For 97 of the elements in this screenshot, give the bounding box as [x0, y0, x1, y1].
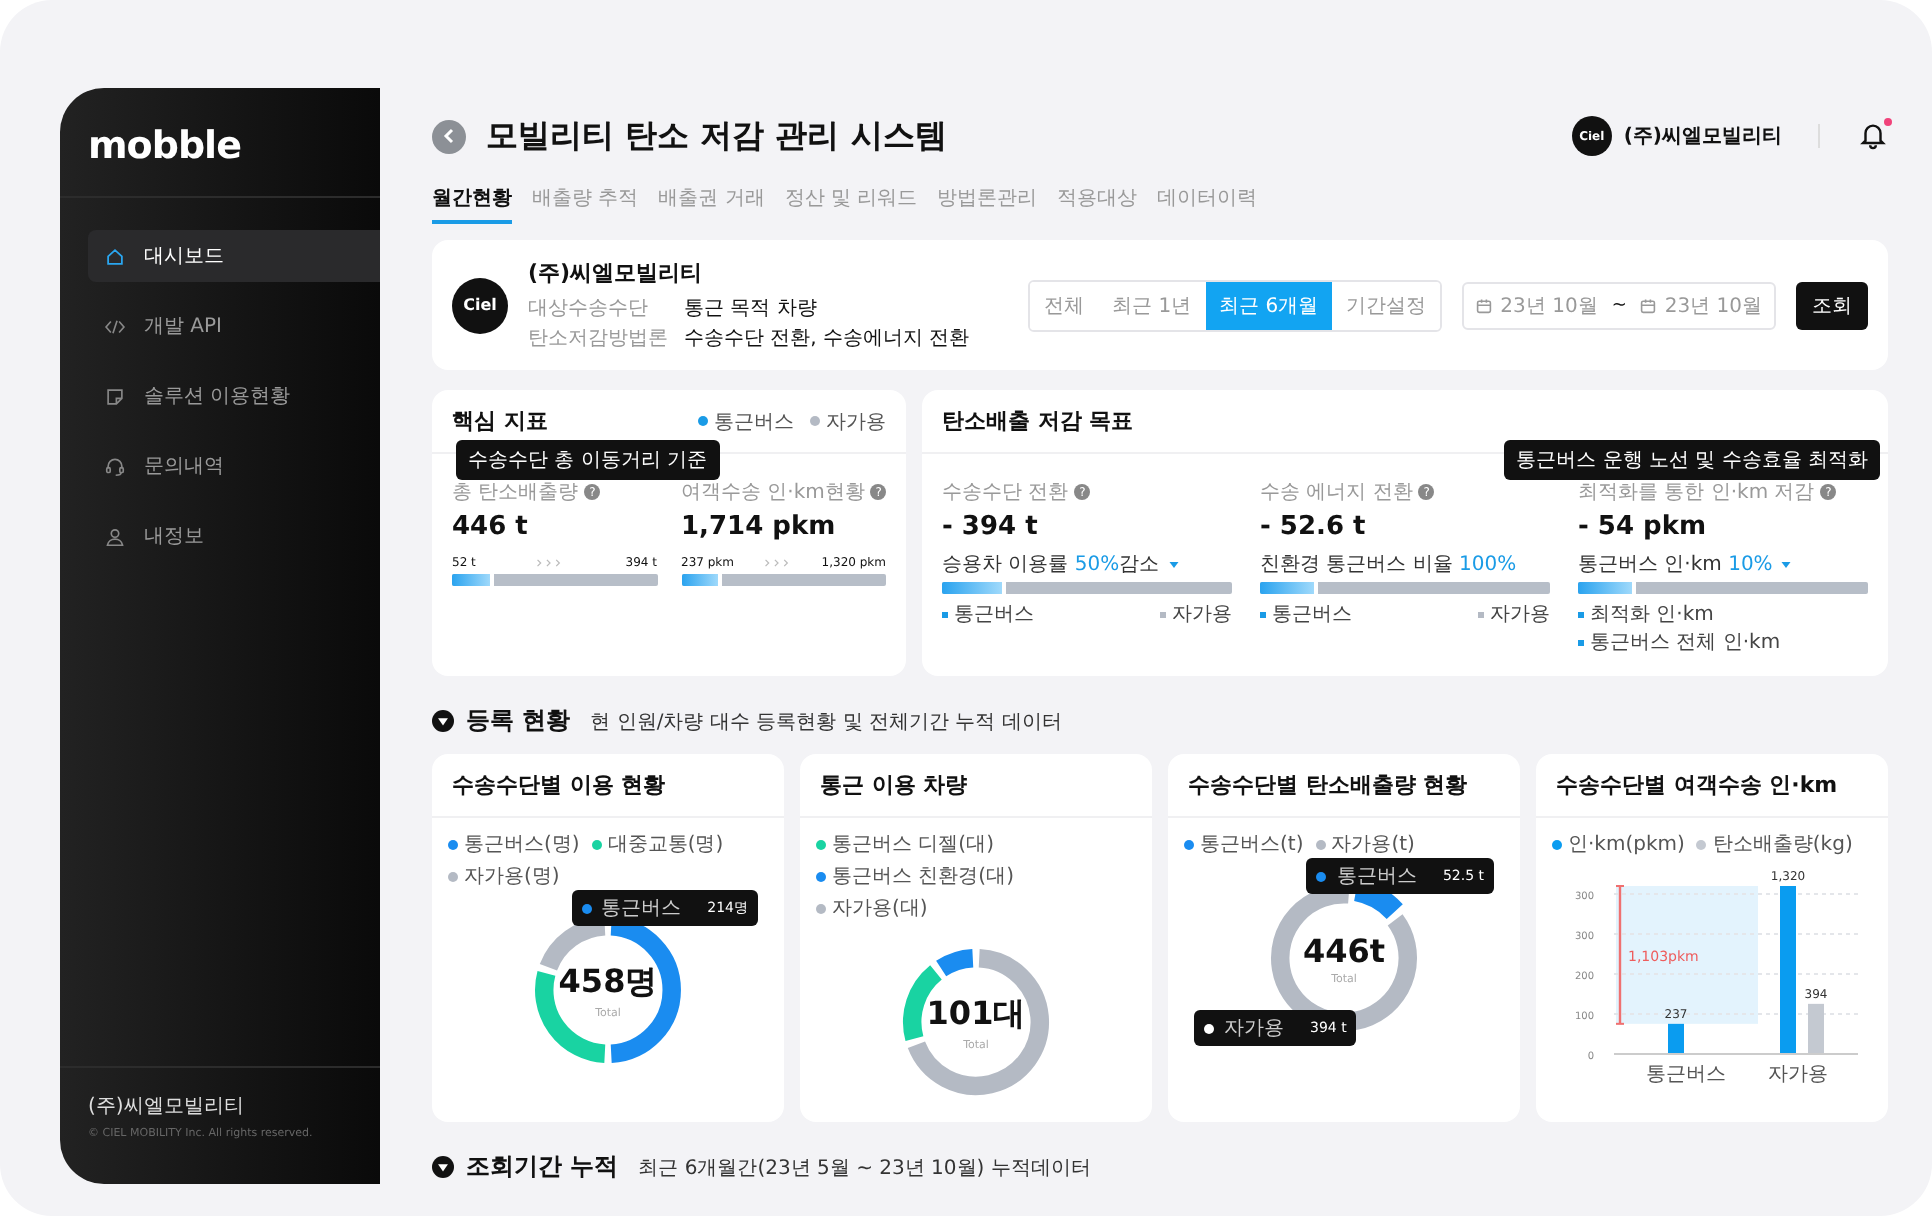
legend-label: 통근버스(t) — [1200, 832, 1304, 858]
field-value: 수송수단 전환, 수송에너지 전환 — [684, 326, 970, 352]
metric-label: 총 탄소배출량 — [452, 480, 579, 506]
metric-label: 수송 에너지 전환 — [1260, 480, 1413, 506]
section-title: 조회기간 누적 — [466, 1150, 619, 1184]
user-icon — [104, 525, 126, 547]
metric-value: - 54 pkm — [1578, 512, 1709, 542]
legend-label: 통근버스 — [1272, 602, 1352, 628]
tab[interactable]: 월간현황 — [432, 184, 512, 224]
legend-label: 통근버스 디젤(대) — [832, 832, 994, 858]
tooltip-label: 통근버스 — [601, 896, 682, 922]
caret-icon — [1167, 559, 1180, 569]
legend-label: 자가용(t) — [1331, 832, 1415, 858]
metric-label: 최적화를 통한 인·km 저감 — [1578, 480, 1815, 506]
caret-icon — [1780, 559, 1793, 569]
goal-note: 승용차 이용률 50%감소 — [942, 552, 1160, 578]
metric-label: 여객수송 인·km현황 — [681, 480, 865, 506]
tab[interactable]: 배출권 거래 — [658, 184, 765, 224]
end-date: 23년 10월 — [1664, 293, 1762, 319]
company-name: (주)씨엘모빌리티 — [88, 1094, 246, 1120]
legend-label: 자가용 — [1172, 602, 1232, 628]
metric-value: - 394 t — [942, 512, 1040, 542]
tab[interactable]: 데이터이력 — [1157, 184, 1258, 224]
legend-label: 통근버스(명) — [464, 832, 580, 858]
goal-note: 친환경 통근버스 비율 100% — [1260, 552, 1517, 578]
category-label: 자가용 — [1768, 1064, 1828, 1086]
back-icon — [439, 126, 459, 146]
search-button[interactable]: 조회 — [1796, 281, 1868, 329]
sidebar-item[interactable]: 개발 API — [88, 300, 380, 352]
sidebar-item[interactable]: 솔루션 이용현황 — [88, 370, 380, 422]
range-bracket-drawing — [1616, 885, 1758, 1025]
metric-value: 446 t — [452, 512, 530, 542]
tooltip-label: 자가용 — [1224, 1016, 1284, 1042]
date-separator: ~ — [1611, 295, 1627, 315]
company-logo: Ciel — [452, 277, 508, 333]
account-name: (주)씨엘모빌리티 — [1623, 124, 1782, 150]
sidebar-item[interactable]: 문의내역 — [88, 440, 380, 492]
tab[interactable]: 적용대상 — [1057, 184, 1138, 224]
card-title: 통근 이용 차량 — [820, 770, 968, 800]
section-subtitle: 현 인원/차량 대수 등록현황 및 전체기간 누적 데이터 — [590, 709, 1062, 735]
logo: mobble — [60, 88, 380, 198]
start-date: 23년 10월 — [1500, 293, 1598, 319]
field-label: 대상수송수단 — [528, 296, 650, 322]
calendar-icon — [1476, 297, 1493, 313]
chevrons-icon — [536, 558, 565, 568]
section-title: 등록 현황 — [466, 704, 571, 738]
back-button[interactable] — [432, 119, 466, 153]
card-title: 수송수단별 이용 현황 — [452, 770, 666, 800]
legend-label: 통근버스 전체 인·km — [1590, 630, 1781, 656]
page-title: 모빌리티 탄소 저감 관리 시스템 — [486, 115, 947, 157]
tooltip-label: 통근버스 — [1336, 864, 1417, 890]
section-subtitle: 최근 6개월간(23년 5월 ~ 23년 10월) 누적데이터 — [638, 1155, 1091, 1181]
legend-label: 최적화 인·km — [1590, 602, 1714, 628]
goal-note: 통근버스 인·km 10% — [1578, 552, 1773, 578]
field-label: 탄소저감방법론 — [528, 326, 668, 352]
tab[interactable]: 배출량 추적 — [532, 184, 639, 224]
legend-label: 자가용(대) — [832, 896, 928, 922]
total-value: 458명 — [558, 961, 658, 1003]
notification-button[interactable] — [1856, 120, 1888, 152]
metric-value: - 52.6 t — [1260, 512, 1368, 542]
legend-label: 자가용(명) — [464, 864, 560, 890]
total-value: 446t — [1302, 931, 1386, 969]
bell-icon — [1857, 120, 1887, 150]
calendar-icon — [1640, 297, 1657, 313]
period-option[interactable]: 최근 6개월 — [1205, 281, 1333, 329]
note-icon — [104, 385, 126, 407]
legend-label: 통근버스 — [954, 602, 1034, 628]
legend-label: 자가용 — [1490, 602, 1550, 628]
sidebar-item[interactable]: 내정보 — [88, 510, 380, 562]
card-title: 탄소배출 저감 목표 — [942, 406, 1134, 436]
tab[interactable]: 정산 및 리워드 — [784, 184, 918, 224]
tooltip: 수송수단 총 이동거리 기준 — [456, 440, 720, 480]
date-range-field[interactable]: 23년 10월 ~ 23년 10월 — [1462, 281, 1776, 329]
section-icon — [432, 1156, 454, 1178]
tooltip: 통근버스 운행 노선 및 수송효율 최적화 — [1504, 440, 1880, 480]
legend-label: 인·km(pkm) — [1568, 832, 1685, 858]
card-title: 수송수단별 여객수송 인·km — [1556, 770, 1838, 800]
metric-value: 1,714 pkm — [681, 512, 838, 542]
chevrons-icon — [763, 558, 792, 568]
legend-label: 대중교통(명) — [607, 832, 724, 858]
headset-icon — [104, 455, 126, 477]
home-icon — [104, 245, 126, 267]
sidebar-item[interactable]: 대시보드 — [88, 230, 380, 282]
legend-label: 통근버스 — [714, 409, 794, 435]
legend-label: 자가용 — [826, 409, 886, 435]
legend-label: 통근버스 친환경(대) — [832, 864, 1014, 890]
code-icon — [104, 315, 126, 337]
total-value: 101대 — [926, 993, 1026, 1035]
card-title: 수송수단별 탄소배출량 현황 — [1188, 770, 1468, 800]
legend-label: 탄소배출량(kg) — [1712, 832, 1853, 858]
tab[interactable]: 방법론관리 — [937, 184, 1038, 224]
company-name: (주)씨엘모빌리티 — [528, 258, 705, 288]
field-value: 통근 목적 차량 — [684, 296, 819, 322]
section-icon — [432, 710, 454, 732]
category-label: 통근버스 — [1646, 1064, 1726, 1086]
card-title: 핵심 지표 — [452, 406, 548, 436]
metric-label: 수송수단 전환 — [942, 480, 1069, 506]
